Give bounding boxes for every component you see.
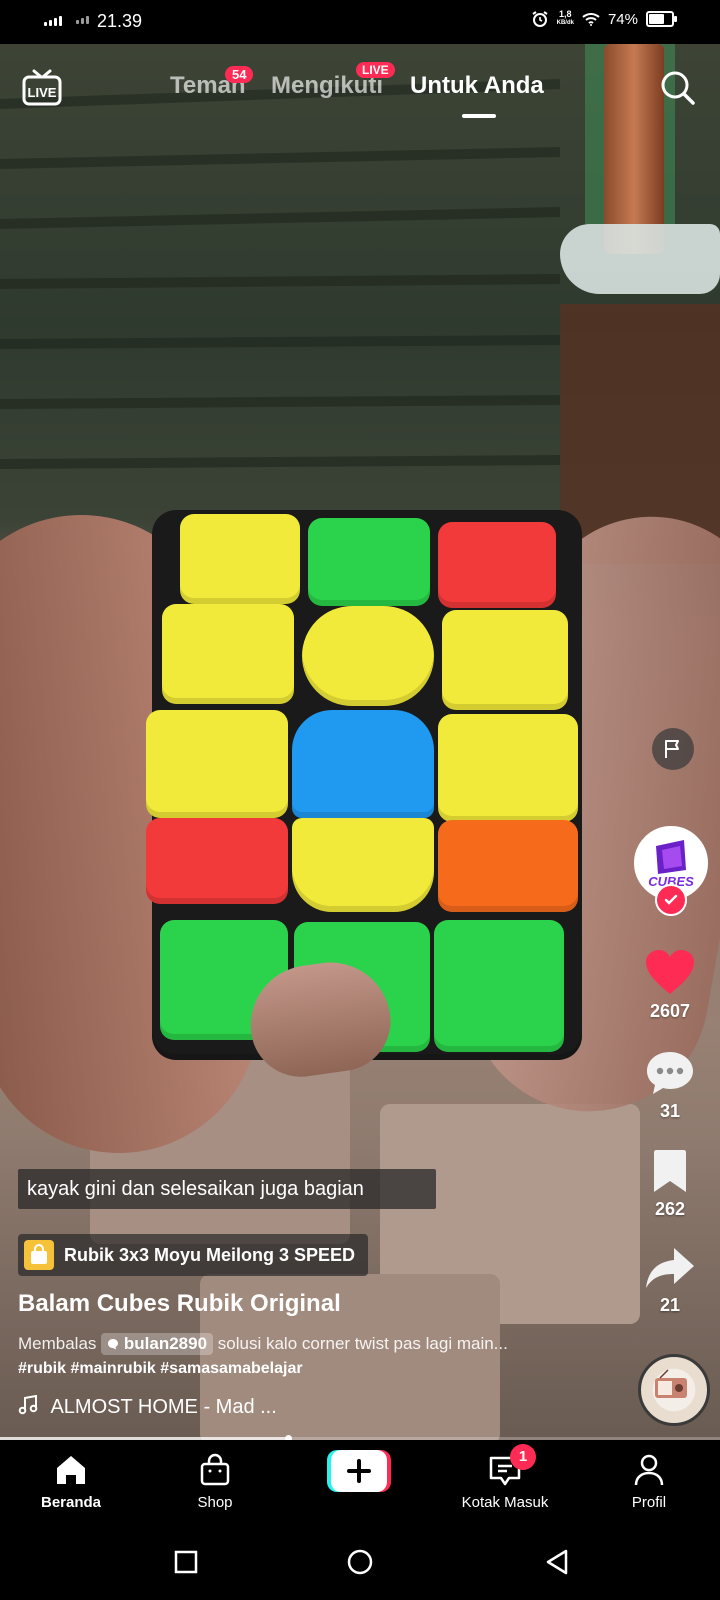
live-badge: LIVE — [356, 62, 395, 78]
shopping-bag-icon — [200, 1453, 230, 1486]
share-icon — [646, 1248, 694, 1288]
nav-kotak-masuk-label: Kotak Masuk — [461, 1494, 549, 1511]
tab-untuk-anda[interactable]: Untuk Anda — [410, 72, 544, 100]
cube-sticker — [302, 606, 434, 706]
search-icon[interactable] — [660, 70, 696, 106]
status-time: 21.39 — [97, 11, 143, 31]
like-count: 2607 — [649, 1001, 691, 1021]
music-disc[interactable] — [638, 1354, 710, 1426]
inbox-badge: 1 — [510, 1444, 536, 1470]
comment-icon — [647, 1052, 693, 1094]
music-note-icon — [18, 1394, 38, 1415]
status-right: 1,8 KB/dk 74% — [531, 10, 677, 28]
heart-icon — [646, 950, 694, 994]
bottom-nav: Beranda Shop Kotak Masuk 1 Profil — [0, 1440, 720, 1524]
cube-sticker — [146, 818, 288, 904]
comment-button[interactable]: 31 — [630, 1050, 710, 1122]
shopping-bag-icon — [24, 1240, 54, 1270]
cube-sticker — [442, 610, 568, 710]
circle-icon[interactable] — [346, 1548, 374, 1576]
profile-icon — [634, 1454, 664, 1486]
bookmark-icon — [654, 1150, 686, 1192]
share-count: 21 — [659, 1295, 681, 1315]
nav-beranda-label: Beranda — [40, 1494, 102, 1511]
active-tab-indicator — [462, 114, 496, 118]
wifi-icon — [582, 13, 600, 26]
reply-mention-name: bulan2890 — [123, 1334, 208, 1353]
flag-icon — [665, 740, 679, 758]
product-name: Rubik 3x3 Moyu Meilong 3 SPEED — [64, 1245, 356, 1265]
system-nav-bar — [0, 1524, 720, 1600]
comment-count: 31 — [659, 1101, 681, 1121]
reply-prefix: Membalas — [18, 1334, 97, 1353]
subtitle-box: kayak gini dan selesaikan juga bagian — [18, 1169, 436, 1209]
nav-kotak-masuk[interactable]: Kotak Masuk — [450, 1450, 560, 1511]
nav-shop-label: Shop — [197, 1494, 233, 1511]
reply-mention[interactable]: bulan2890 — [101, 1333, 214, 1355]
video-description[interactable]: Membalas bulan2890 solusi kalo corner tw… — [18, 1333, 508, 1355]
cube-sticker — [438, 820, 578, 912]
bookmark-count: 262 — [654, 1199, 686, 1219]
check-icon — [664, 894, 678, 905]
share-button[interactable]: 21 — [630, 1246, 710, 1316]
tab-untuk-anda-label: Untuk Anda — [410, 72, 544, 99]
background-cloth — [560, 224, 720, 294]
video-player[interactable] — [0, 44, 720, 1440]
net-speed: 1,8 KB/dk — [557, 10, 574, 28]
report-button[interactable] — [652, 728, 694, 770]
alarm-icon — [532, 11, 548, 27]
signal-2-icon — [76, 16, 89, 24]
back-triangle-icon[interactable] — [544, 1548, 570, 1576]
cube-sticker — [292, 710, 434, 818]
nav-beranda[interactable]: Beranda — [16, 1450, 126, 1511]
hashtags[interactable]: #rubik #mainrubik #samasamabelajar — [18, 1360, 303, 1378]
svg-text:LIVE: LIVE — [28, 85, 57, 100]
description-text: solusi kalo corner twist pas lagi main..… — [217, 1334, 508, 1353]
live-icon[interactable]: LIVE — [22, 68, 62, 106]
nav-profil-label: Profil — [631, 1494, 667, 1511]
like-button[interactable]: 2607 — [630, 948, 710, 1022]
creator-username[interactable]: Balam Cubes Rubik Original — [18, 1290, 341, 1318]
music-info[interactable]: ALMOST HOME - Mad ... — [18, 1394, 277, 1419]
create-button[interactable] — [327, 1450, 391, 1492]
cube-sticker — [146, 710, 288, 818]
product-link[interactable]: Rubik 3x3 Moyu Meilong 3 SPEED — [18, 1234, 368, 1276]
music-title: ALMOST HOME - Mad ... — [50, 1396, 277, 1418]
square-icon[interactable] — [174, 1550, 198, 1574]
net-speed-unit: KB/dk — [556, 20, 574, 26]
cube-sticker — [180, 514, 300, 604]
nav-profil[interactable]: Profil — [594, 1450, 704, 1511]
followed-check-button[interactable] — [655, 884, 687, 916]
status-bar: 21.39 1,8 KB/dk 74% — [0, 0, 720, 44]
home-icon — [57, 1456, 85, 1484]
cube-sticker — [292, 818, 434, 912]
teman-badge: 54 — [225, 66, 254, 83]
subtitle-text: kayak gini dan selesaikan juga bagian — [27, 1178, 364, 1200]
battery-percent: 74% — [607, 10, 638, 28]
bookmark-button[interactable]: 262 — [630, 1148, 710, 1220]
chat-bubble-icon — [108, 1339, 119, 1350]
cube-sticker — [162, 604, 294, 704]
radio-icon — [655, 1369, 687, 1398]
cube-sticker — [434, 920, 564, 1052]
battery-icon — [646, 11, 677, 27]
cube-sticker — [438, 714, 578, 822]
signal-icon — [44, 16, 62, 26]
cube-sticker — [308, 518, 430, 606]
net-speed-value: 1,8 — [559, 9, 572, 19]
cube-sticker — [438, 522, 556, 608]
top-nav: LIVE Teman 54 Mengikuti LIVE Untuk Anda — [0, 60, 720, 130]
nav-shop[interactable]: Shop — [160, 1450, 270, 1511]
